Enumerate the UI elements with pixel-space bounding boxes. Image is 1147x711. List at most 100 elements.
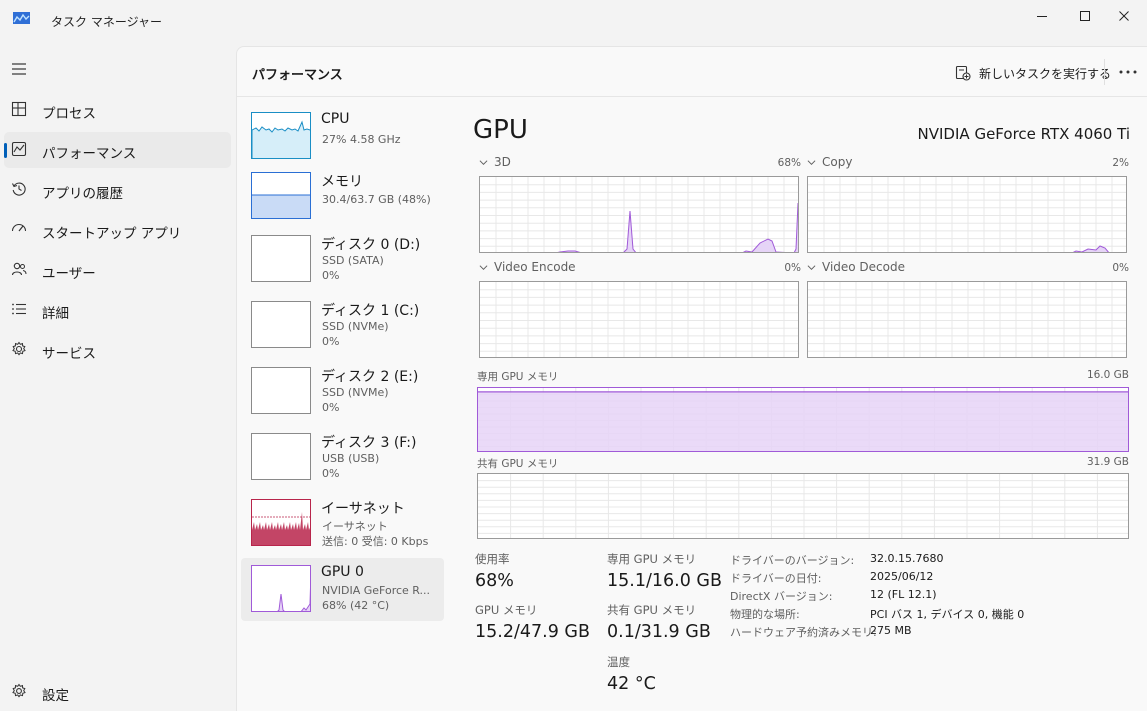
dedicated-memory-max: 16.0 GB: [1086, 369, 1129, 381]
nav-item-label: ユーザー: [42, 266, 96, 282]
temperature-label: 温度: [607, 655, 630, 669]
device-type: SSD (NVMe): [322, 320, 389, 333]
device-type: イーサネット: [322, 520, 388, 533]
window-title: タスク マネージャー: [51, 15, 162, 29]
device-usage: 68% (42 °C): [322, 599, 390, 612]
usage-label: 使用率: [475, 552, 510, 566]
more-options-button[interactable]: [1117, 61, 1139, 83]
engine-graph-3d: [479, 176, 799, 253]
dedicated-memory-graph: [477, 387, 1129, 452]
nav-item-label: スタートアップ アプリ: [42, 226, 182, 242]
nav-item-app-history[interactable]: アプリの履歴: [4, 172, 231, 208]
graph-grid: [480, 177, 798, 252]
performance-icon: [10, 140, 28, 158]
graph-grid: [478, 474, 1128, 538]
engine-selector-video-encode[interactable]: Video Encode: [479, 260, 576, 274]
disk-thumbnail-graph: [251, 301, 311, 348]
device-usage: 0%: [322, 401, 340, 414]
device-item-disk-1[interactable]: ディスク 1 (C:) SSD (NVMe) 0%: [241, 294, 444, 357]
gpu-heading: GPU: [473, 115, 528, 145]
shared-memory-graph: [477, 473, 1129, 539]
device-name: ディスク 3 (F:): [321, 435, 417, 451]
users-icon: [10, 260, 28, 278]
device-item-disk-2[interactable]: ディスク 2 (E:) SSD (NVMe) 0%: [241, 360, 444, 423]
nav-item-performance[interactable]: パフォーマンス: [4, 132, 231, 168]
dedicated-memory-label: 専用 GPU メモリ: [477, 371, 559, 383]
device-item-cpu[interactable]: CPU 27% 4.58 GHz: [241, 105, 444, 168]
info-value: PCI バス 1, デバイス 0, 機能 0: [870, 608, 1025, 621]
chevron-down-icon: [807, 159, 816, 165]
info-key: ハードウェア予約済みメモリ:: [730, 626, 877, 639]
info-value: 12 (FL 12.1): [870, 588, 937, 601]
nav-item-label: 詳細: [42, 306, 69, 322]
info-value: 32.0.15.7680: [870, 552, 944, 565]
active-indicator: [4, 143, 7, 158]
engine-graph-video-decode: [807, 281, 1127, 358]
info-key: 物理的な場所:: [730, 608, 800, 621]
device-item-memory[interactable]: メモリ 30.4/63.7 GB (48%): [241, 165, 444, 228]
close-icon: [1119, 11, 1129, 21]
close-button[interactable]: [1101, 0, 1147, 32]
startup-icon: [10, 220, 28, 238]
title-bar: タスク マネージャー: [0, 0, 1147, 40]
shared-memory-label: 共有 GPU メモリ: [477, 458, 559, 470]
run-task-label: 新しいタスクを実行する: [979, 66, 1112, 81]
info-key: DirectX バージョン:: [730, 590, 833, 603]
device-name: GPU 0: [321, 564, 364, 580]
task-manager-icon: [13, 12, 30, 24]
nav-item-processes[interactable]: プロセス: [4, 92, 231, 128]
device-name: CPU: [321, 111, 350, 127]
engine-selector-copy[interactable]: Copy: [807, 155, 852, 169]
nav-item-services[interactable]: サービス: [4, 332, 231, 368]
device-name: イーサネット: [321, 501, 405, 517]
device-type: SSD (SATA): [322, 254, 384, 267]
temperature-value: 42 °C: [607, 674, 656, 694]
disk-thumbnail-graph: [251, 235, 311, 282]
maximize-icon: [1080, 11, 1090, 21]
graph-grid: [808, 177, 1126, 252]
engine-graph-copy: [807, 176, 1127, 253]
gear-icon: [10, 682, 28, 700]
nav-item-label: パフォーマンス: [42, 146, 137, 162]
page-header: パフォーマンス 新しいタスクを実行する: [237, 47, 1147, 97]
gpu-memory-value: 15.2/47.9 GB: [475, 622, 590, 642]
device-name: ディスク 1 (C:): [321, 303, 420, 319]
device-item-disk-3[interactable]: ディスク 3 (F:) USB (USB) 0%: [241, 426, 444, 489]
engine-name: Video Encode: [494, 260, 576, 274]
engine-name: 3D: [494, 155, 511, 169]
chevron-down-icon: [479, 264, 488, 270]
device-name: メモリ: [321, 174, 363, 190]
nav-item-startup[interactable]: スタートアップ アプリ: [4, 212, 231, 248]
minimize-button[interactable]: [1019, 0, 1065, 32]
nav-item-settings[interactable]: 設定: [4, 674, 231, 710]
device-detail: 27% 4.58 GHz: [322, 133, 401, 146]
engine-selector-3d[interactable]: 3D: [479, 155, 511, 169]
chevron-down-icon: [807, 264, 816, 270]
engine-percent: 68%: [777, 157, 801, 169]
page-title: パフォーマンス: [252, 68, 343, 83]
device-usage: 0%: [322, 335, 340, 348]
run-new-task-button[interactable]: 新しいタスクを実行する: [955, 62, 1111, 84]
minimize-icon: [1037, 16, 1047, 17]
app-history-icon: [10, 180, 28, 198]
nav-item-details[interactable]: 詳細: [4, 292, 231, 328]
network-throughput: 送信: 0 受信: 0 Kbps: [322, 535, 429, 548]
disk-thumbnail-graph: [251, 367, 311, 414]
nav-item-users[interactable]: ユーザー: [4, 252, 231, 288]
device-type: SSD (NVMe): [322, 386, 389, 399]
device-item-disk-0[interactable]: ディスク 0 (D:) SSD (SATA) 0%: [241, 228, 444, 291]
device-item-ethernet[interactable]: イーサネット イーサネット 送信: 0 受信: 0 Kbps: [241, 492, 444, 555]
device-name: ディスク 0 (D:): [321, 237, 421, 253]
disk-thumbnail-graph: [251, 433, 311, 480]
device-item-gpu-0[interactable]: GPU 0 NVIDIA GeForce R... 68% (42 °C): [241, 558, 444, 621]
header-divider: [1104, 59, 1105, 85]
menu-toggle-button[interactable]: [6, 56, 32, 82]
gpu-thumbnail-graph: [251, 565, 311, 612]
engine-percent: 2%: [1112, 157, 1129, 169]
gpu-model-name: NVIDIA GeForce RTX 4060 Ti: [917, 125, 1130, 143]
engine-selector-video-decode[interactable]: Video Decode: [807, 260, 905, 274]
navigation-pane: プロセス パフォーマンス アプリの履歴 スタートアップ アプリ ユーザー 詳細: [0, 48, 236, 711]
cpu-thumbnail-graph: [251, 112, 311, 159]
device-type: USB (USB): [322, 452, 380, 465]
chevron-down-icon: [479, 159, 488, 165]
